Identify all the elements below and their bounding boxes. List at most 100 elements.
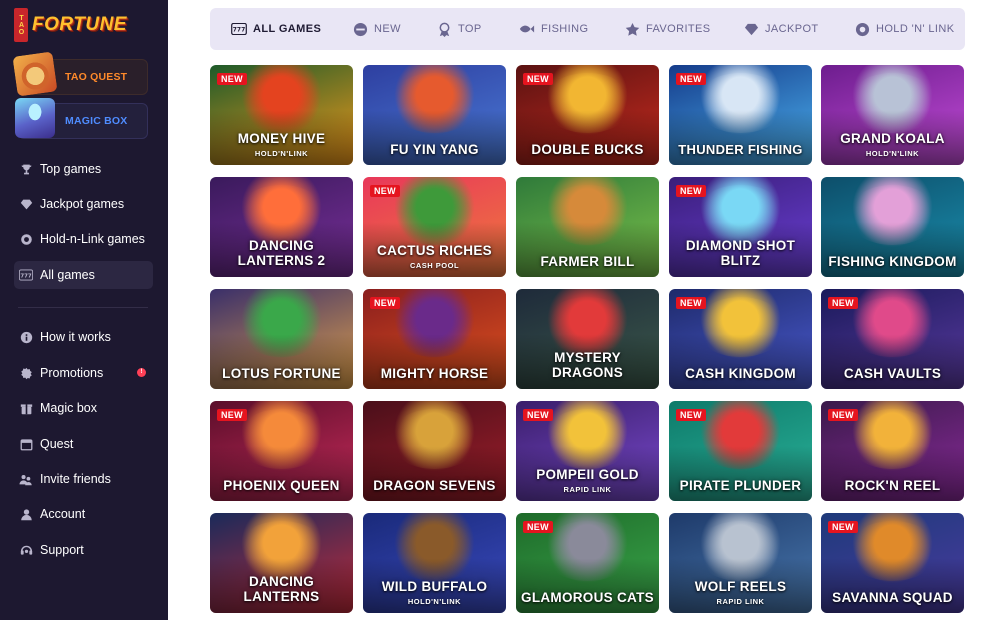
game-card[interactable]: GRAND KOALA HOLD'N'LINK [821, 65, 964, 165]
game-card[interactable]: NEW PIRATE PLUNDER [669, 401, 812, 501]
sidebar-item-label: Account [40, 507, 86, 521]
sidebar-item-all-games[interactable]: 777 All games [14, 261, 153, 289]
new-badge: NEW [676, 185, 706, 197]
game-title: LOTUS FORTUNE [222, 366, 341, 381]
tab-new[interactable]: NEW [352, 8, 401, 50]
new-badge: NEW [370, 185, 400, 197]
magic-box-button[interactable]: MAGIC BOX [15, 98, 148, 139]
game-title: DOUBLE BUCKS [531, 142, 644, 157]
star-icon [624, 21, 640, 37]
game-title: FU YIN YANG [390, 142, 479, 157]
game-title: CACTUS RICHES [377, 243, 492, 258]
game-card[interactable]: WOLF REELS RAPID LINK [669, 513, 812, 613]
logo-wordmark: FORTUNE [32, 14, 127, 35]
trophy-icon [436, 21, 452, 37]
sidebar-item-support[interactable]: Support [14, 536, 153, 564]
sidebar-item-jackpot-games[interactable]: Jackpot games [14, 190, 153, 218]
new-badge: NEW [676, 409, 706, 421]
sidebar: TAO FORTUNE TAO QUEST MAGIC BOX Top game… [0, 0, 168, 620]
tab-hold-n-link[interactable]: HOLD 'N' LINK [854, 8, 954, 50]
game-title: SAVANNA SQUAD [832, 590, 953, 605]
game-card[interactable]: NEW CACTUS RICHES CASH POOL [363, 177, 506, 277]
game-title: MIGHTY HORSE [380, 366, 489, 381]
tab-top[interactable]: TOP [436, 8, 482, 50]
sidebar-item-top-games[interactable]: Top games [14, 155, 153, 183]
new-badge: NEW [217, 409, 247, 421]
game-title: CASH VAULTS [843, 366, 942, 381]
fish-icon [519, 21, 535, 37]
new-badge: NEW [828, 297, 858, 309]
game-card[interactable]: NEW CASH VAULTS [821, 289, 964, 389]
game-subtitle: HOLD'N'LINK [407, 597, 462, 606]
game-title: PHOENIX QUEEN [223, 478, 340, 493]
game-title: MYSTERY DRAGONS [551, 350, 624, 380]
magic-box-label: MAGIC BOX [65, 115, 128, 127]
promotions-badge: ! [137, 368, 146, 377]
game-card[interactable]: DRAGON SEVENS [363, 401, 506, 501]
sidebar-item-label: How it works [40, 330, 111, 344]
game-card[interactable]: NEW ROCK'N REEL [821, 401, 964, 501]
sidebar-item-account[interactable]: Account [14, 500, 153, 528]
game-card[interactable]: LOTUS FORTUNE [210, 289, 353, 389]
game-card[interactable]: NEW GLAMOROUS CATS [516, 513, 659, 613]
sidebar-item-label: Hold-n-Link games [40, 232, 145, 246]
sidebar-item-magic-box[interactable]: Magic box [14, 394, 153, 422]
sidebar-item-label: Jackpot games [40, 197, 125, 211]
sidebar-item-invite-friends[interactable]: Invite friends [14, 465, 153, 493]
game-card[interactable]: NEW CASH KINGDOM [669, 289, 812, 389]
sidebar-item-promotions[interactable]: Promotions ! [14, 359, 153, 387]
tao-fortune-logo[interactable]: TAO FORTUNE [14, 8, 127, 42]
tab-favorites[interactable]: FAVORITES [624, 8, 711, 50]
game-card[interactable]: FU YIN YANG [363, 65, 506, 165]
tab-label: TOP [458, 23, 482, 35]
sidebar-item-label: Invite friends [40, 472, 111, 486]
game-subtitle: RAPID LINK [563, 485, 612, 494]
game-subtitle: CASH POOL [409, 261, 460, 270]
game-title: GRAND KOALA [840, 131, 945, 146]
tab-fishing[interactable]: FISHING [519, 8, 588, 50]
sidebar-item-label: Top games [40, 162, 102, 176]
game-card[interactable]: MYSTERY DRAGONS [516, 289, 659, 389]
tab-all-games[interactable]: 777 ALL GAMES [231, 8, 321, 50]
game-subtitle: HOLD'N'LINK [254, 149, 309, 158]
sidebar-item-quest[interactable]: Quest [14, 430, 153, 458]
game-title: DANCING LANTERNS 2 [237, 238, 326, 268]
new-badge: NEW [828, 521, 858, 533]
game-card[interactable]: NEW THUNDER FISHING [669, 65, 812, 165]
game-card[interactable]: NEW DOUBLE BUCKS [516, 65, 659, 165]
game-card[interactable]: DANCING LANTERNS 2 [210, 177, 353, 277]
gear-badge-icon [19, 366, 33, 380]
tab-jackpot[interactable]: JACKPOT [743, 8, 819, 50]
sidebar-item-hold-n-link-games[interactable]: Hold-n-Link games [14, 225, 153, 253]
new-badge: NEW [523, 521, 553, 533]
new-badge: NEW [523, 409, 553, 421]
game-title: THUNDER FISHING [678, 142, 803, 157]
game-card[interactable]: NEW POMPEII GOLD RAPID LINK [516, 401, 659, 501]
game-card[interactable]: DANCING LANTERNS [210, 513, 353, 613]
gift-box-icon [19, 401, 33, 415]
tab-label: HOLD 'N' LINK [876, 23, 955, 35]
game-card[interactable]: FISHING KINGDOM [821, 177, 964, 277]
game-title: PIRATE PLUNDER [679, 478, 802, 493]
new-badge: NEW [828, 409, 858, 421]
tab-label: FISHING [541, 23, 589, 35]
info-icon [19, 330, 33, 344]
game-card[interactable]: WILD BUFFALO HOLD'N'LINK [363, 513, 506, 613]
tao-quest-button[interactable]: TAO QUEST [12, 51, 148, 97]
slot-777-icon: 777 [231, 21, 247, 37]
game-card[interactable]: NEW MONEY HIVE HOLD'N'LINK [210, 65, 353, 165]
game-card[interactable]: NEW PHOENIX QUEEN [210, 401, 353, 501]
svg-text:777: 777 [233, 27, 246, 34]
game-card[interactable]: NEW DIAMOND SHOT BLITZ [669, 177, 812, 277]
game-title: POMPEII GOLD [536, 467, 639, 482]
tao-quest-label: TAO QUEST [65, 71, 128, 83]
category-tabs: 777 ALL GAMES NEW TOP FISHING FAVORITES … [210, 8, 965, 50]
game-card[interactable]: NEW MIGHTY HORSE [363, 289, 506, 389]
game-card[interactable]: NEW SAVANNA SQUAD [821, 513, 964, 613]
game-title: DIAMOND SHOT BLITZ [685, 238, 796, 268]
new-icon [352, 21, 368, 37]
game-card[interactable]: FARMER BILL [516, 177, 659, 277]
game-title: WILD BUFFALO [381, 579, 488, 594]
sidebar-item-label: All games [40, 268, 95, 282]
sidebar-item-how-it-works[interactable]: How it works [14, 323, 153, 351]
